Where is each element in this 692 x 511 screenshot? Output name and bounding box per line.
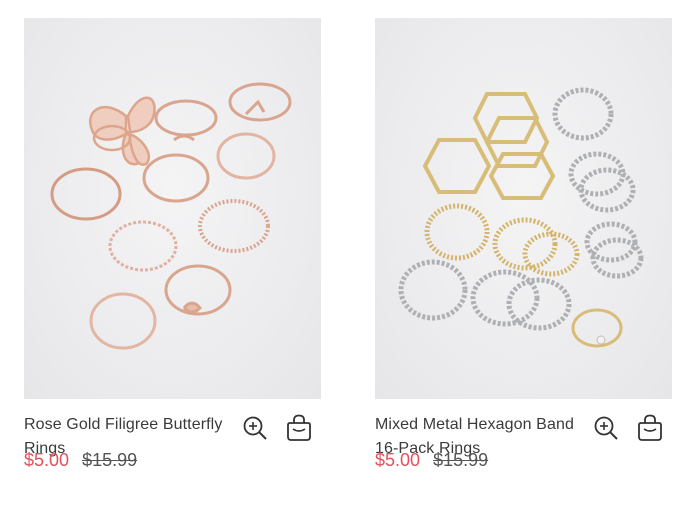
mixed-metal-rings-image (398, 87, 644, 348)
shopping-bag-icon (638, 414, 662, 441)
add-to-bag-button[interactable] (284, 413, 314, 443)
price-row: $5.00 $15.99 (24, 449, 137, 471)
zoom-in-icon (243, 416, 267, 440)
sale-price: $5.00 (375, 450, 421, 470)
sale-price: $5.00 (24, 450, 70, 470)
product-image[interactable] (375, 18, 672, 399)
original-price: $15.99 (82, 450, 138, 470)
quick-view-button[interactable] (591, 413, 621, 443)
zoom-in-icon (594, 416, 618, 440)
product-card[interactable]: Rose Gold Filigree Butterfly Rings $5.00… (24, 18, 321, 499)
quick-view-button[interactable] (240, 413, 270, 443)
price-row: $5.00 $15.99 (375, 449, 488, 471)
butterfly-ring (89, 96, 156, 166)
original-price: $15.99 (433, 450, 489, 470)
add-to-bag-button[interactable] (635, 413, 665, 443)
product-card[interactable]: Mixed Metal Hexagon Band 16-Pack Rings $… (375, 18, 672, 499)
product-image[interactable] (24, 18, 321, 399)
rose-gold-rings-image (50, 82, 292, 350)
shopping-bag-icon (287, 414, 311, 441)
